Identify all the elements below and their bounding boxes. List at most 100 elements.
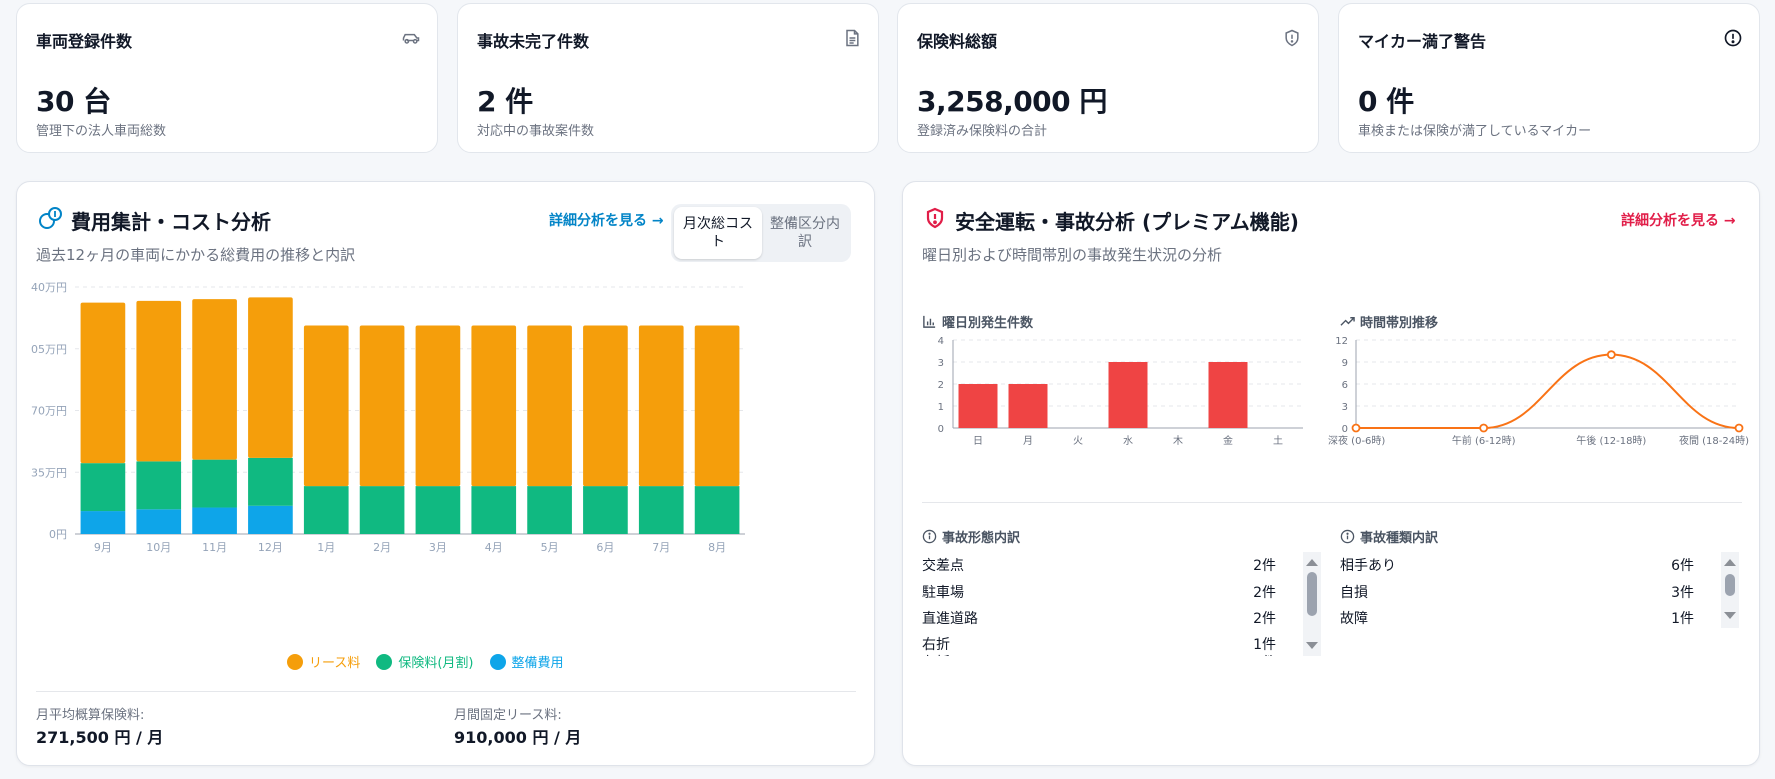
x-tick-label: 2月 bbox=[373, 541, 391, 554]
x-tick-label: 日 bbox=[973, 436, 983, 447]
time-title-text: 時間帯別推移 bbox=[1360, 316, 1439, 331]
avg-insurance-value: 271,500 円 / 月 bbox=[36, 728, 164, 747]
legend-insurance-label: 保険料(月割) bbox=[398, 656, 474, 671]
bar-segment bbox=[80, 463, 126, 512]
y-tick-label: 40万円 bbox=[31, 281, 67, 294]
bar-segment bbox=[415, 325, 461, 487]
bar-segment bbox=[471, 486, 517, 534]
weekday-title-text: 曜日別発生件数 bbox=[942, 316, 1034, 331]
list-item-value: 1件 bbox=[1216, 652, 1276, 656]
cost-analysis-icon bbox=[39, 207, 62, 229]
scroll-thumb[interactable] bbox=[1307, 572, 1317, 616]
y-tick-label: 4 bbox=[938, 336, 944, 347]
bar-segment bbox=[192, 459, 237, 508]
y-tick-label: 3 bbox=[1342, 402, 1348, 413]
footer-divider bbox=[36, 691, 856, 692]
tab-maintenance-breakdown[interactable]: 整備区分内訳 bbox=[761, 207, 849, 259]
scrollbar[interactable] bbox=[1303, 552, 1321, 656]
list-item-label: 交差点 bbox=[922, 558, 964, 574]
bar-segment bbox=[694, 486, 740, 534]
panel-subtitle: 過去12ヶ月の車両にかかる総費用の推移と内訳 bbox=[36, 246, 356, 264]
x-tick-label: 木 bbox=[1173, 435, 1183, 447]
safety-analysis-panel: 安全運転・事故分析 (プレミアム機能) 曜日別および時間帯別の事故発生状況の分析… bbox=[902, 181, 1760, 766]
info-icon bbox=[1340, 529, 1355, 544]
kpi-subtitle: 管理下の法人車両総数 bbox=[36, 124, 167, 139]
y-tick-label: 0円 bbox=[49, 528, 67, 541]
x-tick-label: 8月 bbox=[708, 541, 726, 554]
x-tick-label: 午後 (12-18時) bbox=[1576, 434, 1646, 447]
kpi-title: 車両登録件数 bbox=[36, 32, 133, 51]
data-point bbox=[1351, 423, 1361, 433]
info-icon bbox=[922, 529, 937, 544]
y-tick-label: 6 bbox=[1342, 380, 1348, 391]
scroll-thumb[interactable] bbox=[1725, 574, 1735, 596]
bar-segment bbox=[638, 486, 684, 534]
x-tick-label: 5月 bbox=[541, 541, 559, 554]
kpi-title: 保険料総額 bbox=[917, 32, 998, 51]
kpi-value: 2 件 bbox=[477, 85, 533, 118]
list-item-label: 右折 bbox=[922, 637, 950, 653]
legend-lease-swatch bbox=[287, 653, 303, 670]
bar-segment bbox=[359, 486, 405, 534]
data-point bbox=[1606, 350, 1616, 360]
x-tick-label: 9月 bbox=[94, 541, 112, 554]
scrollbar[interactable] bbox=[1721, 552, 1739, 628]
bar-segment bbox=[415, 486, 461, 534]
shield-alert-icon bbox=[926, 207, 944, 229]
kpi-title: 事故未完了件数 bbox=[477, 32, 590, 51]
type-list[interactable]: 相手あり 6件 自損 3件 故障 1件 bbox=[1321, 552, 1741, 656]
bar-segment bbox=[192, 507, 237, 534]
x-tick-label: 3月 bbox=[429, 541, 447, 554]
shield-icon bbox=[1285, 29, 1299, 47]
scroll-up-icon[interactable] bbox=[1303, 556, 1321, 570]
bar-segment bbox=[583, 486, 628, 534]
form-list[interactable]: 交差点 2件 駐車場 2件 直進道路 2件 右折 1件 左折 1件 bbox=[903, 552, 1323, 656]
form-title-text: 事故形態内訳 bbox=[942, 531, 1021, 546]
bar-segment bbox=[80, 511, 126, 534]
weekday-section-title: 曜日別発生件数 bbox=[922, 312, 1033, 331]
y-tick-label: 12 bbox=[1335, 336, 1348, 347]
bar-segment bbox=[248, 505, 293, 534]
kpi-subtitle: 車検または保険が満了しているマイカー bbox=[1358, 124, 1592, 139]
tab-monthly-total[interactable]: 月次総コスト bbox=[674, 207, 762, 259]
form-section-title: 事故形態内訳 bbox=[922, 527, 1020, 546]
car-icon bbox=[402, 33, 420, 44]
scroll-down-icon[interactable] bbox=[1303, 638, 1321, 652]
bar-chart-icon bbox=[923, 315, 936, 328]
list-item-label: 駐車場 bbox=[922, 585, 964, 601]
x-tick-label: 4月 bbox=[485, 541, 503, 554]
list-item-value: 6件 bbox=[1671, 558, 1694, 574]
kpi-title: マイカー満了警告 bbox=[1358, 32, 1487, 51]
list-item-value: 2件 bbox=[1253, 585, 1276, 601]
panel-title: 安全運転・事故分析 (プレミアム機能) bbox=[955, 210, 1299, 234]
y-tick-label: 05万円 bbox=[31, 343, 67, 356]
x-tick-label: 7月 bbox=[652, 541, 670, 554]
y-tick-label: 70万円 bbox=[31, 405, 67, 418]
bar-segment bbox=[136, 461, 182, 510]
y-tick-label: 2 bbox=[938, 380, 944, 391]
cost-view-toggle: 月次総コスト 整備区分内訳 bbox=[671, 204, 851, 262]
monthly-lease-value: 910,000 円 / 月 bbox=[454, 728, 582, 747]
monthly-lease-label: 月間固定リース料: bbox=[454, 708, 562, 723]
y-tick-label: 0 bbox=[1342, 424, 1348, 435]
type-title-text: 事故種類内訳 bbox=[1360, 531, 1439, 546]
list-item-label: 故障 bbox=[1340, 611, 1368, 627]
y-tick-label: 9 bbox=[1342, 358, 1348, 369]
x-tick-label: 夜間 (18-24時) bbox=[1679, 434, 1749, 447]
bar-segment bbox=[638, 325, 684, 487]
weekday-bar-chart: 0 1 2 3 4 日 月 火 水 木 金 土 bbox=[938, 336, 1303, 447]
alert-circle-icon bbox=[1724, 29, 1742, 47]
bar-segment bbox=[527, 325, 572, 487]
list-item-value: 2件 bbox=[1253, 611, 1276, 627]
list-item-value: 3件 bbox=[1671, 585, 1694, 601]
scroll-up-icon[interactable] bbox=[1721, 556, 1739, 570]
kpi-value: 30 台 bbox=[36, 85, 111, 118]
detail-analysis-link[interactable]: 詳細分析を見る → bbox=[1621, 210, 1736, 230]
x-tick-label: 1月 bbox=[317, 541, 335, 554]
kpi-subtitle: 登録済み保険料の合計 bbox=[917, 124, 1048, 139]
scroll-down-icon[interactable] bbox=[1721, 608, 1739, 622]
legend-insurance-swatch bbox=[376, 653, 393, 670]
detail-analysis-link[interactable]: 詳細分析を見る → bbox=[549, 210, 664, 230]
legend-maintenance-label: 整備費用 bbox=[511, 656, 564, 671]
bar-segment bbox=[192, 299, 237, 460]
